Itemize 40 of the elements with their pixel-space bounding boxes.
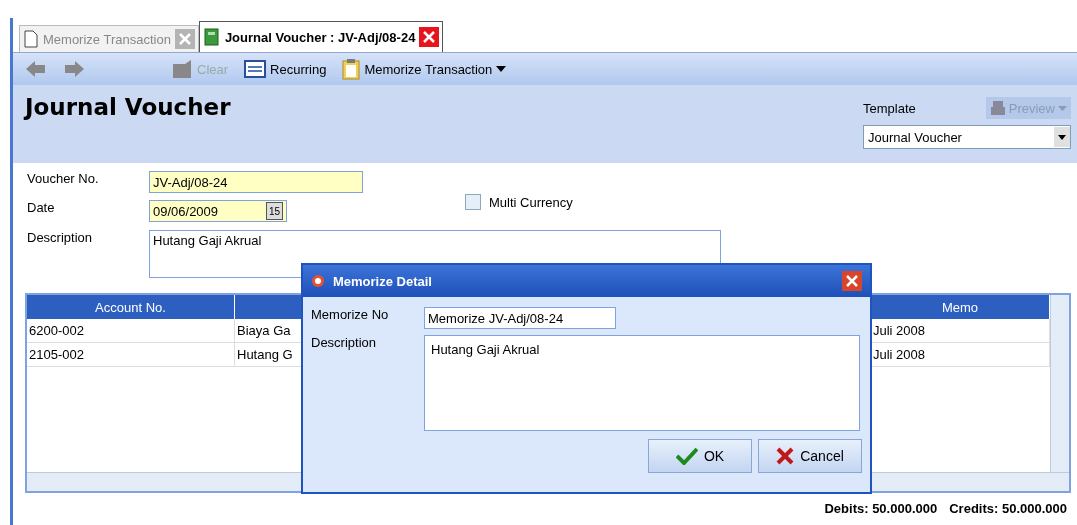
document-tab[interactable]: Journal Voucher : JV-Adj/08-24 xyxy=(198,21,444,52)
memorize-button[interactable]: Memorize Transaction xyxy=(340,56,509,82)
checkmark-icon xyxy=(675,447,698,465)
checkbox-label: Multi Currency xyxy=(489,194,573,210)
printer-icon xyxy=(989,100,1006,116)
vertical-scrollbar[interactable] xyxy=(1050,295,1069,472)
document-icon xyxy=(23,30,39,48)
book-icon xyxy=(202,28,221,46)
column-header: Memo xyxy=(871,295,1050,319)
table-cell: 2105-002 xyxy=(27,343,235,367)
column-header: Account No. xyxy=(27,295,235,319)
field-label: Description xyxy=(27,229,94,245)
field-label: Date xyxy=(27,200,56,216)
close-icon[interactable] xyxy=(174,29,195,49)
template-dropdown[interactable]: Journal Voucher xyxy=(863,125,1071,149)
date-field[interactable]: 09/06/2009 15 xyxy=(149,200,287,223)
right-arrow-icon xyxy=(63,59,85,79)
memorize-no-field[interactable]: Memorize JV-Adj/08-24 xyxy=(424,307,616,329)
checkbox[interactable] xyxy=(465,194,481,211)
credits-total: Credits: 50.000.000 xyxy=(949,501,1067,516)
debits-total: Debits: 50.000.000 xyxy=(824,501,938,516)
field-label: Voucher No. xyxy=(27,171,100,186)
page-title: Journal Voucher xyxy=(25,93,231,122)
close-icon[interactable] xyxy=(419,27,440,47)
caret-icon xyxy=(1058,105,1067,111)
cancel-button[interactable]: Cancel xyxy=(758,439,862,473)
left-arrow-icon xyxy=(25,59,47,79)
description-field[interactable]: Hutang Gaji Akrual xyxy=(424,335,860,431)
table-cell: 6200-002 xyxy=(27,319,235,343)
cross-icon xyxy=(776,447,795,465)
voucher-field[interactable]: JV-Adj/08-24 xyxy=(149,171,363,193)
calendar-button[interactable]: 15 xyxy=(265,202,283,221)
template-label: Template xyxy=(863,100,916,116)
close-icon[interactable] xyxy=(842,271,862,291)
recurring-button[interactable]: Recurring xyxy=(242,57,329,81)
target-icon xyxy=(311,274,325,288)
calendar-icon xyxy=(244,59,267,79)
clipboard-icon xyxy=(342,58,361,80)
caret-icon xyxy=(496,66,507,72)
ok-button[interactable]: OK xyxy=(648,439,752,473)
